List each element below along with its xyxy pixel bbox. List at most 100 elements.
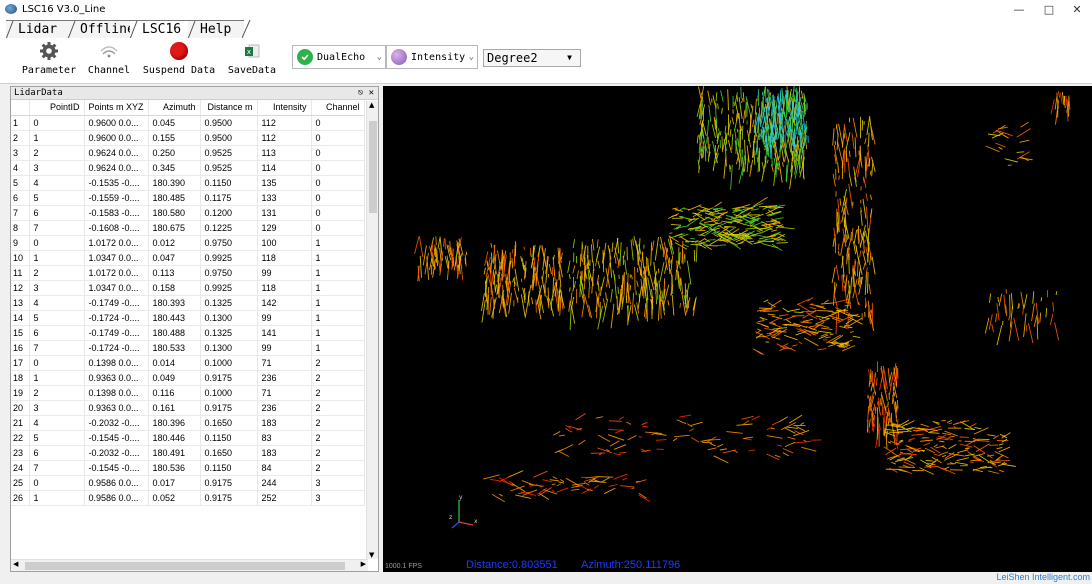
table-cell: -0.1608 -0.... bbox=[84, 220, 149, 236]
table-row[interactable]: 11 2 1.0172 0.0... 0.113 0.9750 99 1 bbox=[11, 265, 365, 281]
table-row[interactable]: 2 1 0.9600 0.0... 0.155 0.9500 112 0 bbox=[11, 130, 365, 146]
table-cell: 1 bbox=[29, 370, 85, 386]
table-cell: 1 bbox=[311, 250, 365, 266]
table-cell: 0.9175 bbox=[200, 475, 258, 491]
point-cloud-canvas[interactable] bbox=[383, 86, 1092, 572]
table-row[interactable]: 18 1 0.9363 0.0... 0.049 0.9175 236 2 bbox=[11, 370, 365, 386]
point-cloud-cluster bbox=[481, 241, 565, 323]
scroll-left-icon[interactable]: ◀ bbox=[13, 560, 18, 568]
table-cell: 1 bbox=[311, 340, 365, 356]
column-header[interactable]: Channel bbox=[311, 100, 365, 116]
column-header[interactable]: Azimuth bbox=[148, 100, 201, 116]
table-row[interactable]: 4 3 0.9624 0.0... 0.345 0.9525 114 0 bbox=[11, 160, 365, 176]
table-cell: 2 bbox=[311, 430, 365, 446]
row-number: 5 bbox=[11, 175, 30, 191]
table-row[interactable]: 5 4 -0.1535 -0.... 180.390 0.1150 135 0 bbox=[11, 175, 365, 191]
column-header[interactable]: Intensity bbox=[257, 100, 312, 116]
column-header[interactable]: Points m XYZ bbox=[84, 100, 149, 116]
suspend-data-button[interactable]: Suspend Data bbox=[143, 40, 215, 82]
table-cell: 0.9750 bbox=[200, 235, 258, 251]
degree-select[interactable]: Degree2 ▼ bbox=[483, 49, 581, 67]
table-row[interactable]: 17 0 0.1398 0.0... 0.014 0.1000 71 2 bbox=[11, 355, 365, 371]
brand-link[interactable]: LeiShen Intelligent.com bbox=[996, 572, 1090, 582]
point-cloud-cluster bbox=[752, 297, 863, 355]
scrollbar-thumb[interactable] bbox=[369, 121, 377, 213]
table-cell: -0.2032 -0.... bbox=[84, 415, 149, 431]
table-cell: 5 bbox=[29, 190, 85, 206]
tab-lidar[interactable]: Lidar bbox=[6, 20, 68, 39]
window-title-bar: LSC16 V3.0_Line — □ ✕ bbox=[0, 0, 1092, 18]
scrollbar-thumb[interactable] bbox=[25, 562, 345, 570]
table-row[interactable]: 10 1 1.0347 0.0... 0.047 0.9925 118 1 bbox=[11, 250, 365, 266]
scroll-down-icon[interactable]: ▼ bbox=[369, 551, 374, 559]
table-cell: 180.491 bbox=[148, 445, 201, 461]
table-row[interactable]: 21 4 -0.2032 -0.... 180.396 0.1650 183 2 bbox=[11, 415, 365, 431]
axis-x-label: x bbox=[474, 518, 478, 525]
table-cell: 100 bbox=[257, 235, 312, 251]
tab-offline-label: Offline bbox=[80, 22, 135, 37]
column-header[interactable]: Distance m bbox=[200, 100, 258, 116]
tab-offline[interactable]: Offline bbox=[68, 20, 135, 39]
tab-help[interactable]: Help bbox=[188, 20, 244, 39]
table-cell: 0.1150 bbox=[200, 430, 258, 446]
echo-mode-select[interactable]: DualEcho ⌄ bbox=[292, 45, 386, 69]
table-row[interactable]: 6 5 -0.1559 -0.... 180.485 0.1175 133 0 bbox=[11, 190, 365, 206]
row-number: 21 bbox=[11, 415, 30, 431]
tab-help-label: Help bbox=[200, 22, 232, 37]
save-data-button[interactable]: x SaveData bbox=[226, 40, 278, 82]
table-cell: 0.1650 bbox=[200, 445, 258, 461]
table-cell: 0.1650 bbox=[200, 415, 258, 431]
tab-lsc16-label: LSC16 bbox=[142, 22, 182, 37]
scroll-up-icon[interactable]: ▲ bbox=[369, 101, 374, 109]
table-row[interactable]: 25 0 0.9586 0.0... 0.017 0.9175 244 3 bbox=[11, 475, 365, 491]
table-cell: 180.393 bbox=[148, 295, 201, 311]
table-row[interactable]: 8 7 -0.1608 -0.... 180.675 0.1225 129 0 bbox=[11, 220, 365, 236]
table-cell: 180.488 bbox=[148, 325, 201, 341]
point-cloud-cluster bbox=[414, 236, 468, 282]
table-row[interactable]: 22 5 -0.1545 -0.... 180.446 0.1150 83 2 bbox=[11, 430, 365, 446]
table-cell: 0 bbox=[311, 205, 365, 221]
tab-lsc16[interactable]: LSC16 bbox=[130, 20, 190, 39]
table-row[interactable]: 13 4 -0.1749 -0.... 180.393 0.1325 142 1 bbox=[11, 295, 365, 311]
parameter-button[interactable]: Parameter bbox=[20, 40, 78, 82]
tab-edge bbox=[130, 21, 138, 39]
row-number: 18 bbox=[11, 370, 30, 386]
table-row[interactable]: 15 6 -0.1749 -0.... 180.488 0.1325 141 1 bbox=[11, 325, 365, 341]
point-cloud-viewer[interactable]: y x z 1000.1 FPS Distance:0.803551 Azimu… bbox=[383, 86, 1092, 572]
minimize-button[interactable]: — bbox=[1004, 0, 1034, 18]
vertical-scrollbar[interactable]: ▲ ▼ bbox=[366, 101, 378, 559]
panel-controls[interactable]: ⎋ ✕ bbox=[358, 87, 374, 100]
intensity-icon bbox=[391, 49, 407, 65]
color-mode-value: Intensity bbox=[411, 51, 466, 63]
table-cell: 1 bbox=[311, 310, 365, 326]
table-row[interactable]: 23 6 -0.2032 -0.... 180.491 0.1650 183 2 bbox=[11, 445, 365, 461]
table-row[interactable]: 14 5 -0.1724 -0.... 180.443 0.1300 99 1 bbox=[11, 310, 365, 326]
table-cell: 129 bbox=[257, 220, 312, 236]
scroll-right-icon[interactable]: ▶ bbox=[361, 560, 366, 568]
table-cell: 0.9624 0.0... bbox=[84, 160, 149, 176]
record-icon bbox=[170, 40, 188, 62]
close-button[interactable]: ✕ bbox=[1062, 0, 1092, 18]
table-row[interactable]: 16 7 -0.1724 -0.... 180.533 0.1300 99 1 bbox=[11, 340, 365, 356]
table-cell: 0.1398 0.0... bbox=[84, 355, 149, 371]
column-header[interactable]: PointID bbox=[29, 100, 85, 116]
table-row[interactable]: 1 0 0.9600 0.0... 0.045 0.9500 112 0 bbox=[11, 115, 365, 131]
color-mode-select[interactable]: Intensity ⌄ bbox=[386, 45, 478, 69]
distance-readout: Distance:0.803551 bbox=[466, 559, 558, 571]
table-row[interactable]: 19 2 0.1398 0.0... 0.116 0.1000 71 2 bbox=[11, 385, 365, 401]
table-cell: 83 bbox=[257, 430, 312, 446]
table-row[interactable]: 20 3 0.9363 0.0... 0.161 0.9175 236 2 bbox=[11, 400, 365, 416]
chevron-down-icon: ⌄ bbox=[376, 52, 382, 62]
table-row[interactable]: 12 3 1.0347 0.0... 0.158 0.9925 118 1 bbox=[11, 280, 365, 296]
maximize-button[interactable]: □ bbox=[1034, 0, 1064, 18]
horizontal-scrollbar[interactable]: ◀ ▶ bbox=[11, 559, 368, 571]
tab-edge bbox=[188, 21, 196, 39]
table-row[interactable]: 26 1 0.9586 0.0... 0.052 0.9175 252 3 bbox=[11, 490, 365, 506]
table-row[interactable]: 7 6 -0.1583 -0.... 180.580 0.1200 131 0 bbox=[11, 205, 365, 221]
table-row[interactable]: 3 2 0.9624 0.0... 0.250 0.9525 113 0 bbox=[11, 145, 365, 161]
parameter-label: Parameter bbox=[21, 65, 77, 76]
table-cell: 0.1000 bbox=[200, 355, 258, 371]
table-row[interactable]: 24 7 -0.1545 -0.... 180.536 0.1150 84 2 bbox=[11, 460, 365, 476]
channel-button[interactable]: Channel bbox=[84, 40, 134, 82]
table-row[interactable]: 9 0 1.0172 0.0... 0.012 0.9750 100 1 bbox=[11, 235, 365, 251]
